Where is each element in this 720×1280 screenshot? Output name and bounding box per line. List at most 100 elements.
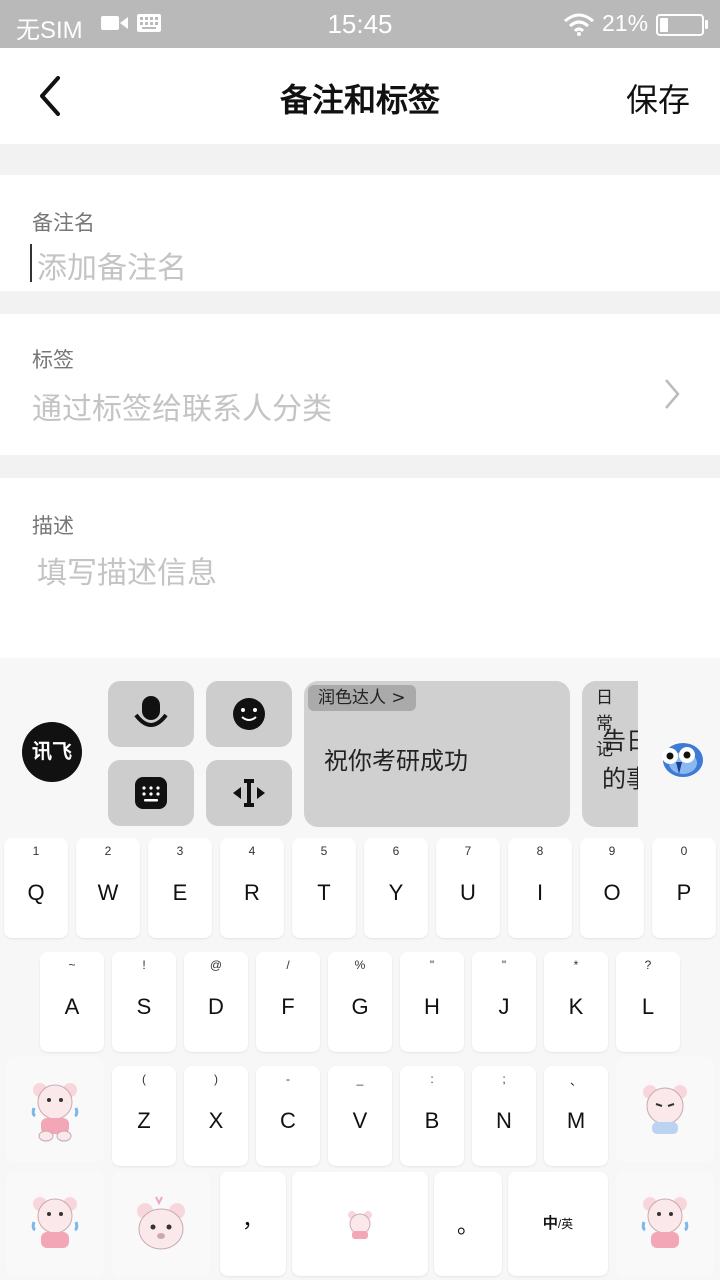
voice-input-button[interactable] — [108, 681, 194, 747]
key-t[interactable]: 5T — [292, 838, 356, 938]
language-switch-key[interactable]: 中/英 — [508, 1172, 608, 1276]
sad-bear-icon — [643, 1084, 687, 1134]
keyboard-switch-button[interactable] — [108, 760, 194, 826]
key-p[interactable]: 0P — [652, 838, 716, 938]
key-label: C — [280, 1108, 296, 1133]
nav-header: 备注和标签 保存 — [0, 48, 720, 144]
key-label: K — [568, 994, 584, 1019]
save-button[interactable]: 保存 — [626, 75, 690, 121]
key-r[interactable]: 4R — [220, 838, 284, 938]
comma-key[interactable]: ， — [220, 1172, 286, 1276]
emoji-button[interactable] — [206, 681, 292, 747]
remark-label: 备注名 — [32, 211, 95, 235]
lang-main-label: 中 — [542, 1215, 558, 1232]
battery-tip — [705, 20, 708, 29]
key-v[interactable]: _ V — [328, 1066, 392, 1166]
key-label: P — [676, 880, 692, 905]
microphone-icon — [134, 696, 168, 727]
key-n[interactable]: ; N — [472, 1066, 536, 1166]
key-label: J — [498, 994, 510, 1019]
key-o[interactable]: 9O — [580, 838, 644, 938]
key-w[interactable]: 2W — [76, 838, 140, 938]
key-secondary-label: 、 — [569, 1074, 582, 1088]
smiley-icon — [233, 698, 265, 730]
key-secondary-label: 7 — [464, 844, 472, 858]
key-secondary-label: " — [501, 958, 507, 972]
key-g[interactable]: % G — [328, 952, 392, 1052]
tags-section[interactable]: 标签 通过标签给联系人分类 — [0, 314, 720, 455]
space-key[interactable] — [292, 1172, 428, 1276]
comma-key-label: ， — [241, 1207, 264, 1232]
crying-bear-icon — [31, 1197, 79, 1248]
remark-input[interactable]: 添加备注名 — [37, 243, 187, 287]
key-a[interactable]: ~ A — [40, 952, 104, 1052]
tags-label: 标签 — [32, 348, 74, 372]
ifly-logo-button[interactable]: 讯飞 — [22, 722, 82, 782]
key-secondary-label: @ — [209, 958, 223, 972]
key-secondary-label: ( — [142, 1072, 146, 1086]
key-d[interactable]: @ D — [184, 952, 248, 1052]
key-label: E — [172, 880, 188, 905]
key-c[interactable]: -C — [256, 1066, 320, 1166]
key-label: M — [566, 1108, 586, 1133]
suggestion-text-polish: 祝你考研成功 — [324, 747, 468, 775]
bear-sticker-key-enter[interactable] — [616, 1172, 714, 1276]
keyboard-icon — [135, 777, 167, 809]
battery-percent: 21% — [602, 10, 649, 36]
battery-icon — [656, 14, 704, 36]
key-f[interactable]: / F — [256, 952, 320, 1052]
battery-level — [660, 18, 668, 32]
bear-sticker-key-shift[interactable] — [6, 1057, 104, 1162]
key-z[interactable]: (Z — [112, 1066, 176, 1166]
chevron-right-icon — [665, 379, 680, 409]
key-h[interactable]: " H — [400, 952, 464, 1052]
key-l[interactable]: ? L — [616, 952, 680, 1052]
tags-placeholder: 通过标签给联系人分类 — [32, 392, 332, 427]
key-s[interactable]: ! S — [112, 952, 176, 1052]
period-key[interactable]: 。 — [434, 1172, 502, 1276]
key-label: N — [496, 1108, 512, 1133]
key-secondary-label: " — [429, 958, 435, 972]
key-secondary-label: 3 — [176, 844, 184, 858]
key-label: A — [64, 994, 80, 1019]
key-label: L — [641, 994, 655, 1019]
key-b[interactable]: :B — [400, 1066, 464, 1166]
key-y[interactable]: 6Y — [364, 838, 428, 938]
key-label: B — [424, 1108, 440, 1133]
key-k[interactable]: * K — [544, 952, 608, 1052]
key-secondary-label: % — [354, 958, 366, 972]
key-secondary-label: 4 — [248, 844, 256, 858]
key-label: G — [351, 994, 369, 1019]
bear-small-icon — [348, 1211, 372, 1239]
cursor-move-button[interactable] — [206, 760, 292, 826]
key-u[interactable]: 7U — [436, 838, 500, 938]
key-label: T — [317, 880, 331, 905]
suggestion-card-daily[interactable]: 日常记 告日 的事 — [582, 681, 638, 827]
bear-sticker-key-symbols[interactable] — [6, 1172, 104, 1276]
crying-bear-icon — [641, 1197, 689, 1248]
bear-sticker-key-numbers[interactable] — [112, 1172, 210, 1276]
key-q[interactable]: 1Q — [4, 838, 68, 938]
bear-sticker-key-delete[interactable] — [616, 1057, 714, 1162]
key-j[interactable]: " J — [472, 952, 536, 1052]
suggestion-text-daily-2: 的事 — [602, 765, 638, 793]
key-label: O — [603, 880, 621, 905]
key-i[interactable]: 8I — [508, 838, 572, 938]
key-label: H — [424, 994, 440, 1019]
key-secondary-label: ! — [142, 958, 146, 972]
description-input[interactable]: 填写描述信息 — [37, 548, 217, 592]
key-secondary-label: ~ — [68, 958, 76, 972]
key-e[interactable]: 3E — [148, 838, 212, 938]
page-title: 备注和标签 — [279, 81, 440, 119]
description-section: 描述 填写描述信息 — [0, 478, 720, 658]
suggestion-tag-polish: 润色达人 > — [308, 685, 416, 711]
key-x[interactable]: ) X — [184, 1066, 248, 1166]
suggestion-card-polish[interactable]: 润色达人 > 祝你考研成功 — [304, 681, 570, 827]
key-secondary-label: 5 — [320, 844, 328, 858]
key-secondary-label: 9 — [608, 844, 616, 858]
key-secondary-label: 2 — [104, 844, 112, 858]
key-m[interactable]: 、 M — [544, 1066, 608, 1166]
assistant-bird-icon[interactable] — [656, 738, 706, 780]
key-label: W — [97, 880, 119, 905]
bear-face-icon — [137, 1196, 185, 1250]
